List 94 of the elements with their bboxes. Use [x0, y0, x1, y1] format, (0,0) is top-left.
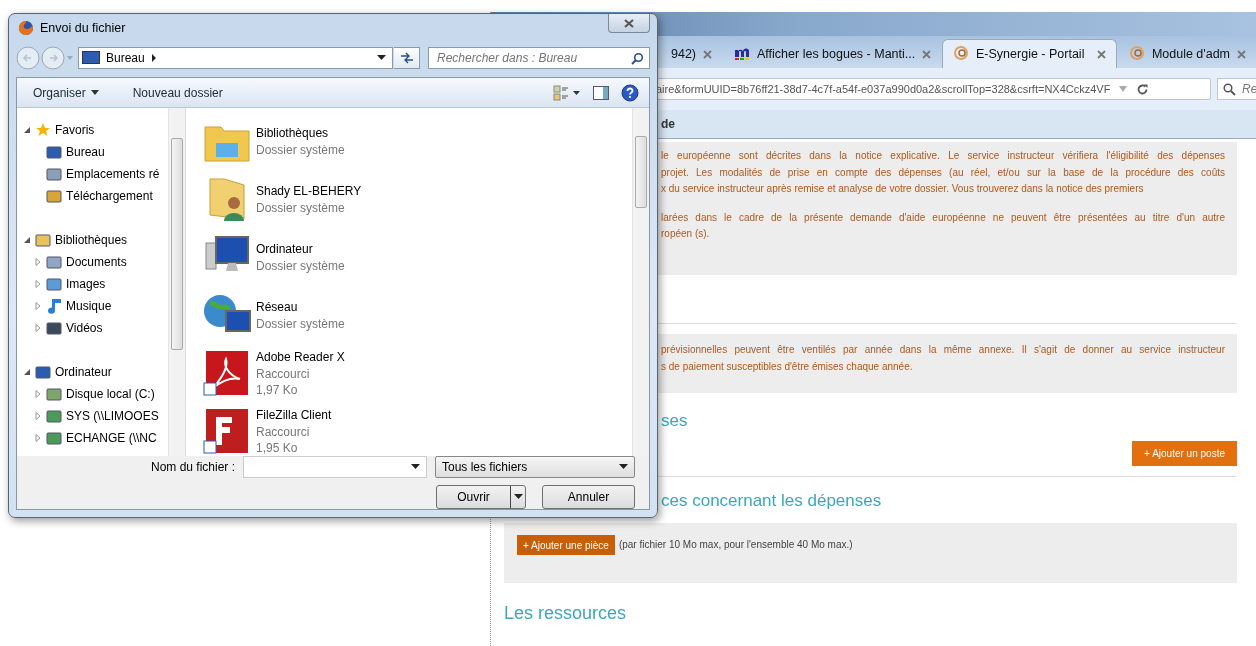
- chevron-icon[interactable]: [150, 53, 157, 62]
- section-heading: Les ressources: [504, 603, 627, 624]
- refresh-icon: [399, 51, 414, 64]
- back-button-icon[interactable]: [16, 45, 40, 70]
- tree-item[interactable]: Musique: [66, 299, 112, 313]
- file-size: 1,95 Ko: [256, 439, 299, 456]
- add-piece-button[interactable]: + Ajouter une pièce: [517, 535, 615, 555]
- dropdown-arrow-icon[interactable]: [411, 464, 420, 470]
- tree-toggle-icon[interactable]: [34, 390, 42, 398]
- caret-icon: [90, 90, 99, 95]
- search-field[interactable]: Re: [1217, 78, 1256, 100]
- refresh-button[interactable]: [394, 46, 420, 69]
- preview-pane-icon[interactable]: [593, 85, 609, 100]
- file-name: Adobe Reader X: [256, 348, 345, 366]
- file-item[interactable]: Shady EL-BEHERY Dossier système: [202, 170, 632, 228]
- tree-item[interactable]: Ordinateur: [55, 365, 112, 379]
- search-icon: [1223, 83, 1236, 96]
- tree-toggle-icon[interactable]: [34, 434, 42, 442]
- close-icon[interactable]: [922, 49, 932, 59]
- search-field[interactable]: Rechercher dans : Bureau: [428, 46, 650, 69]
- breadcrumb-bar[interactable]: Bureau: [78, 46, 393, 69]
- file-item[interactable]: Bibliothèques Dossier système: [202, 112, 632, 170]
- upload-note: (par fichier 10 Mo max, pour l'ensemble 40 Mo max.): [618, 538, 853, 552]
- reload-icon[interactable]: [1136, 82, 1150, 96]
- help-icon[interactable]: [621, 83, 639, 102]
- field-label: Nom du fichier :: [150, 460, 235, 474]
- dialog-button[interactable]: Ouvrir: [436, 485, 526, 509]
- dropdown-arrow-icon[interactable]: [377, 54, 386, 61]
- file-item[interactable]: Réseau Dossier système: [202, 286, 632, 344]
- tree-toggle-icon[interactable]: [34, 280, 42, 288]
- file-item[interactable]: FileZilla Client Raccourci 1,95 Ko: [202, 402, 632, 456]
- toolbar-button[interactable]: Organiser: [29, 83, 103, 102]
- notice-paragraph: le européenne sont décrites dans la notice explicative. Le service instructeur vérifiera l'éligibilité des dépenses projet. Les modalités de prise en compte des dépenses (au réel, et/ou sur la base de la procédure des coûts x du service instructeur après remise et analyse de votre dossier. Vous trouverez dans la notice des premiers: [661, 149, 1225, 196]
- notice-paragraph: larées dans le cadre de la présente demande d'aide européenne ne peuvent être présentées au titre d'un autre ropéen (s).: [661, 210, 1225, 241]
- file-name: Bibliothèques: [256, 124, 330, 142]
- file-type: Raccourci: [256, 365, 311, 382]
- fox-globe-icon: [18, 20, 34, 37]
- tree-toggle-icon[interactable]: [23, 236, 31, 244]
- tree-item[interactable]: Vidéos: [66, 321, 103, 335]
- tree-toggle-icon[interactable]: [34, 412, 42, 420]
- notice-paragraph: prévisionnelles peuvent être ventilés par année dans la même annexe. Il s'agit de donner au service instructeur s de paiement susceptibles d'être émises chaque année.: [661, 343, 1225, 374]
- tree-item[interactable]: Bureau: [66, 145, 105, 159]
- file-name: Shady EL-BEHERY: [256, 182, 362, 200]
- browser-tab[interactable]: Module d'adm: [1118, 40, 1256, 68]
- close-icon[interactable]: [703, 49, 713, 59]
- tree-item[interactable]: Bibliothèques: [55, 233, 128, 247]
- tree-toggle-icon[interactable]: [23, 368, 31, 376]
- desktop-icon: [82, 51, 100, 65]
- dropdown-arrow-icon: [513, 494, 523, 500]
- tree-toggle-icon[interactable]: [34, 324, 42, 332]
- dropdown-arrow-icon: [619, 464, 628, 470]
- forward-button-icon[interactable]: [41, 45, 65, 70]
- file-name: Ordinateur: [256, 240, 314, 258]
- tree-toggle-icon[interactable]: [23, 126, 31, 134]
- tree-item[interactable]: Disque local (C:): [66, 387, 155, 401]
- close-button[interactable]: [608, 14, 650, 33]
- tree-item[interactable]: ECHANGE (\\NC: [66, 431, 157, 445]
- browser-tab[interactable]: 942): [661, 40, 723, 68]
- file-name: Réseau: [256, 298, 299, 316]
- file-type-dropdown[interactable]: Tous les fichiers: [435, 456, 635, 478]
- tree-item[interactable]: Documents: [66, 255, 127, 269]
- tree-item[interactable]: Images: [66, 277, 106, 291]
- tree-item[interactable]: SYS (\\LIMOOES: [66, 409, 159, 423]
- tree-toggle-icon[interactable]: [34, 302, 42, 310]
- tree-item[interactable]: Emplacements ré: [66, 167, 160, 181]
- browser-tab[interactable]: E-Synergie - Portail: [942, 39, 1117, 68]
- close-icon: [624, 18, 634, 28]
- file-type: Dossier système: [256, 257, 345, 274]
- file-type: Dossier système: [256, 199, 346, 216]
- filename-field[interactable]: [243, 456, 427, 478]
- search-icon: [631, 51, 644, 65]
- section-heading: ces concernant les dépenses: [661, 491, 882, 511]
- tree-item[interactable]: Téléchargement: [66, 189, 153, 203]
- close-icon[interactable]: [1237, 49, 1246, 59]
- section-heading: ses: [661, 411, 688, 431]
- browser-tab[interactable]: Afficher les bogues - Manti...: [724, 40, 941, 68]
- file-type: Dossier système: [256, 315, 345, 332]
- dialog-button[interactable]: Annuler: [542, 485, 635, 509]
- file-item[interactable]: Adobe Reader X Raccourci 1,97 Ko: [202, 344, 632, 402]
- close-icon[interactable]: [1096, 49, 1106, 59]
- view-options-icon[interactable]: [553, 84, 581, 101]
- tree-item[interactable]: Favoris: [55, 123, 95, 137]
- file-type: Raccourci: [256, 423, 311, 440]
- file-item[interactable]: Ordinateur Dossier système: [202, 228, 632, 286]
- scrollbar[interactable]: [168, 108, 185, 456]
- menu-item[interactable]: de: [661, 117, 675, 131]
- caret-icon[interactable]: [66, 54, 74, 61]
- scrollbar[interactable]: [632, 108, 649, 456]
- tree-toggle-icon[interactable]: [34, 258, 42, 266]
- toolbar-button[interactable]: Nouveau dossier: [128, 83, 227, 102]
- file-type: Dossier système: [256, 141, 345, 158]
- window-title: Envoi du fichier: [40, 21, 126, 36]
- file-name: FileZilla Client: [256, 406, 332, 424]
- file-size: 1,97 Ko: [256, 381, 299, 398]
